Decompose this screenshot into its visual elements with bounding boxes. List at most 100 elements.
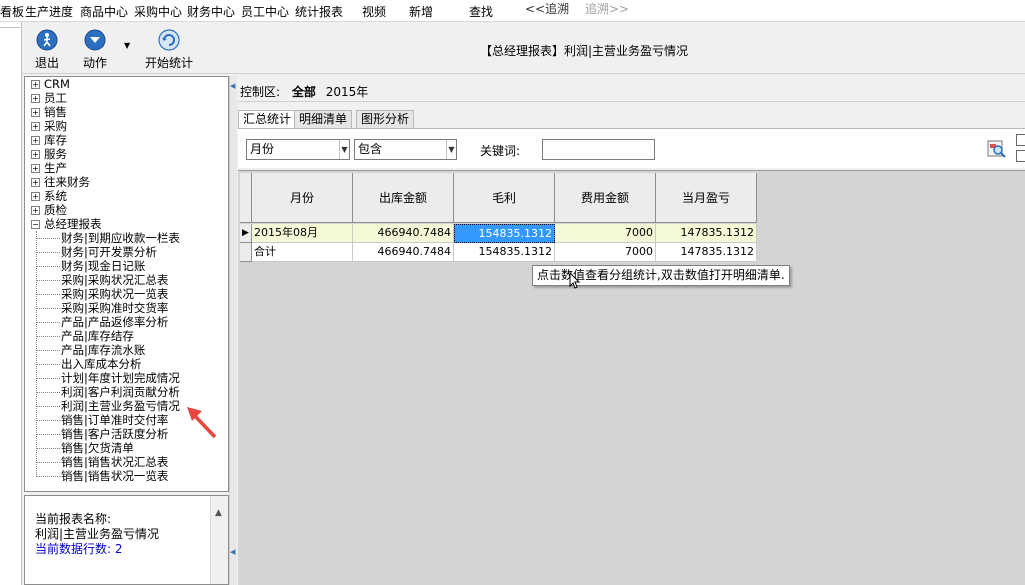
column-header-outbound-amount[interactable]: 出库金额 — [353, 173, 454, 223]
tree-leaf-report[interactable]: 产品|库存流水账 — [36, 343, 145, 357]
tree-node-system[interactable]: + 系统 — [31, 189, 67, 203]
tree-node-staff[interactable]: + 员工 — [31, 91, 67, 105]
expand-icon[interactable]: + — [31, 164, 40, 173]
tree-leaf-report[interactable]: 采购|采购准时交货率 — [36, 301, 168, 315]
tree-leaf-report[interactable]: 销售|销售状况一览表 — [36, 469, 169, 483]
splitter-collapse-icon[interactable]: ◀ — [230, 548, 235, 556]
annotation-arrow-icon — [187, 407, 217, 439]
tree-leaf-report[interactable]: 计划|年度计划完成情况 — [36, 371, 180, 385]
tree-leaf-report[interactable]: 销售|客户活跃度分析 — [36, 427, 168, 441]
column-header-month[interactable]: 月份 — [252, 173, 353, 223]
tree-connector — [36, 231, 37, 477]
expand-icon[interactable]: + — [31, 136, 40, 145]
expand-icon[interactable]: + — [31, 94, 40, 103]
menu-item-production[interactable]: 生产进度 — [25, 3, 73, 20]
tree-leaf-report-selected[interactable]: 利润|主营业务盈亏情况 — [36, 399, 180, 413]
expand-icon[interactable]: + — [31, 108, 40, 117]
table-cell[interactable]: 466940.7484 — [353, 224, 454, 243]
menu-item-trace-forward[interactable]: 追溯>> — [585, 0, 629, 17]
table-cell[interactable]: 2015年08月 — [252, 224, 353, 243]
action-dropdown-caret-icon[interactable]: ▼ — [124, 41, 130, 50]
table-cell[interactable]: 154835.1312 — [454, 243, 555, 262]
column-header-monthly-pl[interactable]: 当月盈亏 — [656, 173, 757, 223]
tree-node-inventory[interactable]: + 库存 — [31, 133, 67, 147]
tree-leaf-report[interactable]: 利润|客户利润贡献分析 — [36, 385, 180, 399]
tree-node-ar-finance[interactable]: + 往来财务 — [31, 175, 90, 189]
menu-item-video[interactable]: 视频 — [362, 3, 386, 20]
panel-toggle-box[interactable] — [1016, 150, 1025, 162]
exit-button[interactable]: 退出 — [35, 28, 59, 71]
column-header-expense[interactable]: 费用金额 — [555, 173, 656, 223]
tree-node-label: 采购 — [44, 119, 67, 133]
tree-leaf-report[interactable]: 销售|欠货清单 — [36, 441, 134, 455]
tree-leaf-report[interactable]: 销售|销售状况汇总表 — [36, 455, 169, 469]
tree-leaf-report[interactable]: 财务|到期应收款一栏表 — [36, 231, 180, 245]
info-scrollbar[interactable]: ▲ — [210, 496, 228, 584]
menu-item-trace-back[interactable]: <<追溯 — [525, 0, 569, 17]
expand-icon[interactable]: + — [31, 206, 40, 215]
tree-leaf-report[interactable]: 财务|可开发票分析 — [36, 245, 157, 259]
column-header-gross-profit[interactable]: 毛利 — [454, 173, 555, 223]
table-cell[interactable]: 147835.1312 — [656, 224, 757, 243]
tree-leaf-report[interactable]: 产品|库存结存 — [36, 329, 134, 343]
tree-node-crm[interactable]: + CRM — [31, 77, 70, 91]
tree-node-qc[interactable]: + 质检 — [31, 203, 67, 217]
expand-icon[interactable]: + — [31, 80, 40, 89]
tree-node-purchase[interactable]: + 采购 — [31, 119, 67, 133]
exit-icon — [36, 29, 58, 51]
menu-item-dashboard[interactable]: 看板 — [0, 3, 24, 20]
table-cell[interactable]: 466940.7484 — [353, 243, 454, 262]
tree-node-gm-reports[interactable]: − 总经理报表 — [31, 217, 102, 231]
tree-leaf-label: 财务|现金日记账 — [61, 259, 146, 273]
tree-node-label: 库存 — [44, 133, 67, 147]
table-cell[interactable]: 147835.1312 — [656, 243, 757, 262]
table-cell-selected[interactable]: 154835.1312 — [454, 224, 555, 243]
menu-item-staff[interactable]: 员工中心 — [241, 3, 289, 20]
collapse-icon[interactable]: − — [31, 220, 40, 229]
tree-leaf-label: 销售|销售状况汇总表 — [61, 455, 169, 469]
keyword-input[interactable] — [542, 139, 655, 160]
menu-item-purchase[interactable]: 采购中心 — [134, 3, 182, 20]
table-cell[interactable]: 7000 — [555, 224, 656, 243]
scroll-up-icon[interactable]: ▲ — [215, 508, 222, 518]
tree-node-service[interactable]: + 服务 — [31, 147, 67, 161]
expand-icon[interactable]: + — [31, 178, 40, 187]
tree-node-sales[interactable]: + 销售 — [31, 105, 67, 119]
chevron-down-icon[interactable]: ▼ — [339, 140, 349, 159]
menu-item-reports[interactable]: 统计报表 — [295, 3, 343, 20]
menu-item-find[interactable]: 查找 — [469, 3, 493, 20]
preview-search-icon[interactable] — [987, 139, 1007, 159]
splitter-collapse-icon[interactable]: ◀ — [230, 82, 235, 90]
chevron-down-icon[interactable]: ▼ — [446, 140, 456, 159]
tree-leaf-report[interactable]: 财务|现金日记账 — [36, 259, 146, 273]
tree-leaf-label: 销售|销售状况一览表 — [61, 469, 169, 483]
operator-select-value: 包含 — [358, 142, 383, 156]
tab-summary[interactable]: 汇总统计 — [238, 110, 297, 129]
expand-icon[interactable]: + — [31, 192, 40, 201]
tab-detail[interactable]: 明细清单 — [294, 110, 353, 128]
tab-chart[interactable]: 图形分析 — [356, 110, 415, 128]
tree-leaf-report[interactable]: 采购|采购状况一览表 — [36, 287, 168, 301]
row-indicator — [240, 243, 252, 262]
start-stats-label: 开始统计 — [145, 56, 194, 70]
menu-item-goods[interactable]: 商品中心 — [80, 3, 128, 20]
panel-splitter[interactable]: ◀ ◀ — [229, 76, 237, 585]
tree-leaf-report[interactable]: 产品|产品返修率分析 — [36, 315, 168, 329]
panel-toggle-box[interactable] — [1016, 134, 1025, 146]
menu-item-new[interactable]: 新增 — [409, 3, 433, 20]
expand-icon[interactable]: + — [31, 150, 40, 159]
divider — [238, 101, 1025, 102]
tree-leaf-report[interactable]: 出入库成本分析 — [36, 357, 142, 371]
expand-icon[interactable]: + — [31, 122, 40, 131]
table-cell[interactable]: 7000 — [555, 243, 656, 262]
start-stats-button[interactable]: 开始统计 — [145, 28, 193, 71]
field-select[interactable]: 月份 ▼ — [246, 139, 350, 160]
table-cell[interactable]: 合计 — [252, 243, 353, 262]
action-button[interactable]: 动作 — [83, 28, 107, 71]
field-select-value: 月份 — [250, 142, 275, 156]
tree-leaf-report[interactable]: 销售|订单准时交付率 — [36, 413, 168, 427]
tree-node-production[interactable]: + 生产 — [31, 161, 67, 175]
tree-leaf-report[interactable]: 采购|采购状况汇总表 — [36, 273, 168, 287]
menu-item-finance[interactable]: 财务中心 — [187, 3, 235, 20]
operator-select[interactable]: 包含 ▼ — [354, 139, 457, 160]
